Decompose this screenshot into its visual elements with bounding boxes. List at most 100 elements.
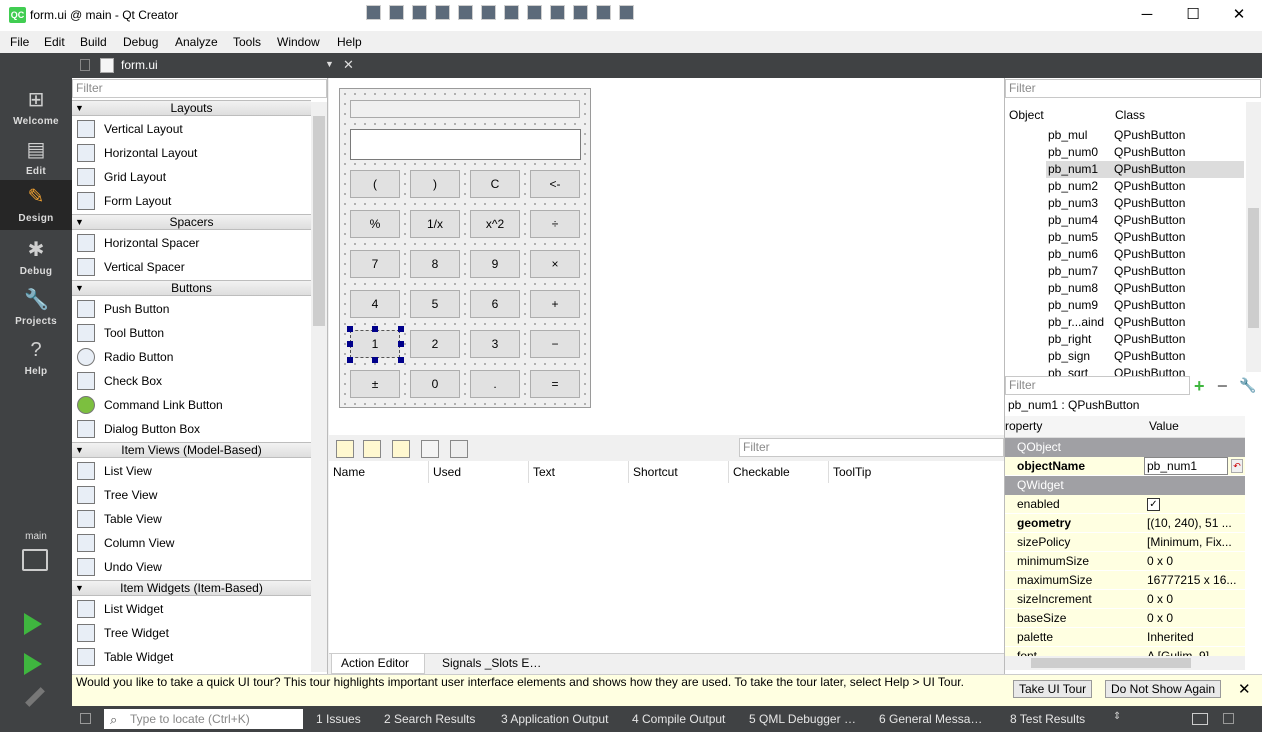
object-row[interactable]: pb_num0 QPushButton — [1046, 144, 1244, 161]
edit-tab-order-icon[interactable] — [435, 5, 450, 20]
key-square[interactable]: x^2 — [470, 210, 520, 238]
edit-widgets-icon[interactable] — [366, 5, 381, 20]
mode-design[interactable]: ✎ Design — [0, 180, 72, 230]
widget-horizontal-spacer[interactable]: Horizontal Spacer — [72, 231, 311, 255]
prop-sizepolicy[interactable]: sizePolicy [Minimum, Fix... — [1005, 533, 1245, 552]
prop-enabled[interactable]: enabled ✓ — [1005, 495, 1245, 514]
configure-icon[interactable]: 🔧 — [1239, 377, 1256, 394]
mode-debug[interactable]: ✱ Debug — [0, 233, 72, 281]
close-document-icon[interactable]: ✕ — [343, 57, 354, 73]
key-2[interactable]: 2 — [410, 330, 460, 358]
run-icon[interactable] — [24, 613, 42, 635]
do-not-show-again-button[interactable]: Do Not Show Again — [1105, 680, 1222, 698]
close-tour-icon[interactable]: ✕ — [1238, 680, 1251, 698]
object-row[interactable]: pb_sign QPushButton — [1046, 348, 1244, 365]
menu-help[interactable]: Help — [337, 35, 362, 49]
mode-edit[interactable]: ▤ Edit — [0, 133, 72, 181]
minimize-button[interactable]: ─ — [1124, 0, 1170, 31]
category-spacers[interactable]: ▼ Spacers — [72, 214, 311, 230]
edit-signals-slots-icon[interactable] — [389, 5, 404, 20]
progress-details-icon[interactable] — [1192, 713, 1208, 725]
paste-action-icon[interactable] — [392, 440, 410, 458]
menu-analyze[interactable]: Analyze — [175, 35, 218, 49]
lcd-display[interactable] — [350, 100, 580, 118]
configure-action-icon[interactable] — [450, 440, 468, 458]
maximize-button[interactable]: ☐ — [1170, 0, 1216, 31]
prop-sizeincrement[interactable]: sizeIncrement 0 x 0 — [1005, 590, 1245, 609]
column-text[interactable]: Text — [533, 465, 555, 479]
prop-objectname[interactable]: objectName pb_num1 ↶ — [1005, 457, 1245, 476]
key-lparen[interactable]: ( — [350, 170, 400, 198]
break-layout-icon[interactable] — [596, 5, 611, 20]
object-inspector-scrollbar[interactable] — [1246, 102, 1261, 372]
category-item-widgets[interactable]: ▼ Item Widgets (Item-Based) — [72, 580, 311, 596]
layout-grid-icon[interactable] — [550, 5, 565, 20]
prop-maximumsize[interactable]: maximumSize 16777215 x 16... — [1005, 571, 1245, 590]
prop-geometry[interactable]: geometry [(10, 240), 51 ... — [1005, 514, 1245, 533]
pane-application-output[interactable]: 3 Application Output — [501, 712, 608, 726]
object-filter-input[interactable]: Filter — [1005, 79, 1261, 98]
prop-minimumsize[interactable]: minimumSize 0 x 0 — [1005, 552, 1245, 571]
mode-welcome[interactable]: ⊞ Welcome — [0, 83, 72, 131]
action-filter-input[interactable]: Filter — [739, 438, 1004, 457]
key-6[interactable]: 6 — [470, 290, 520, 318]
category-item-views[interactable]: ▼ Item Views (Model-Based) — [72, 442, 311, 458]
close-button[interactable]: ✕ — [1216, 0, 1262, 31]
selection-handle[interactable] — [398, 357, 404, 363]
key-3[interactable]: 3 — [470, 330, 520, 358]
widget-command-link-button[interactable]: Command Link Button — [72, 393, 311, 417]
menu-tools[interactable]: Tools — [233, 35, 261, 49]
key-1[interactable]: 1 — [350, 330, 400, 358]
key-dot[interactable]: . — [470, 370, 520, 398]
prop-basesize[interactable]: baseSize 0 x 0 — [1005, 609, 1245, 628]
key-multiply[interactable]: × — [530, 250, 580, 278]
menu-edit[interactable]: Edit — [44, 35, 65, 49]
widget-filter-input[interactable]: Filter — [72, 79, 327, 98]
key-plus[interactable]: + — [530, 290, 580, 318]
pane-search-results[interactable]: 2 Search Results — [384, 712, 475, 726]
mode-projects[interactable]: 🔧 Projects — [0, 283, 72, 331]
category-buttons[interactable]: ▼ Buttons — [72, 280, 311, 296]
tab-signals-slots[interactable]: Signals _Slots E… — [442, 656, 541, 670]
selection-handle[interactable] — [372, 357, 378, 363]
widget-vertical-layout[interactable]: Vertical Layout — [72, 117, 311, 141]
pane-test-results[interactable]: 8 Test Results — [1010, 712, 1085, 726]
layout-vertical-icon[interactable] — [481, 5, 496, 20]
header-object[interactable]: Object — [1009, 108, 1044, 122]
group-qobject[interactable]: QObject — [1005, 438, 1245, 457]
pane-general-messages[interactable]: 6 General Messa… — [879, 712, 982, 726]
column-name[interactable]: Name — [333, 465, 365, 479]
menu-build[interactable]: Build — [80, 35, 107, 49]
widget-list-widget[interactable]: List Widget — [72, 597, 311, 621]
key-4[interactable]: 4 — [350, 290, 400, 318]
object-row[interactable]: pb_num5 QPushButton — [1046, 229, 1244, 246]
edit-buddies-icon[interactable] — [412, 5, 427, 20]
widget-horizontal-layout[interactable]: Horizontal Layout — [72, 141, 311, 165]
object-row[interactable]: pb_r...aind QPushButton — [1046, 314, 1244, 331]
layout-form-icon[interactable] — [573, 5, 588, 20]
column-used[interactable]: Used — [433, 465, 461, 479]
chevron-down-icon[interactable]: ▼ — [325, 59, 334, 69]
selection-handle[interactable] — [398, 341, 404, 347]
widget-check-box[interactable]: Check Box — [72, 369, 311, 393]
selection-handle[interactable] — [347, 326, 353, 332]
layout-splitter-v-icon[interactable] — [527, 5, 542, 20]
reset-icon[interactable]: ↶ — [1231, 459, 1243, 473]
key-0[interactable]: 0 — [410, 370, 460, 398]
new-action-icon[interactable] — [336, 440, 354, 458]
object-row[interactable]: pb_num9 QPushButton — [1046, 297, 1244, 314]
key-sign[interactable]: ± — [350, 370, 400, 398]
header-value[interactable]: Value — [1149, 419, 1179, 433]
pane-issues[interactable]: 1 Issues — [316, 712, 361, 726]
adjust-size-icon[interactable] — [619, 5, 634, 20]
widget-radio-button[interactable]: Radio Button — [72, 345, 311, 369]
selection-handle[interactable] — [347, 341, 353, 347]
take-ui-tour-button[interactable]: Take UI Tour — [1013, 680, 1093, 698]
property-hscrollbar[interactable] — [1005, 656, 1245, 670]
key-minus[interactable]: − — [530, 330, 580, 358]
property-filter-input[interactable]: Filter — [1005, 376, 1190, 395]
widget-tree-view[interactable]: Tree View — [72, 483, 311, 507]
key-8[interactable]: 8 — [410, 250, 460, 278]
widget-undo-view[interactable]: Undo View — [72, 555, 311, 579]
key-7[interactable]: 7 — [350, 250, 400, 278]
